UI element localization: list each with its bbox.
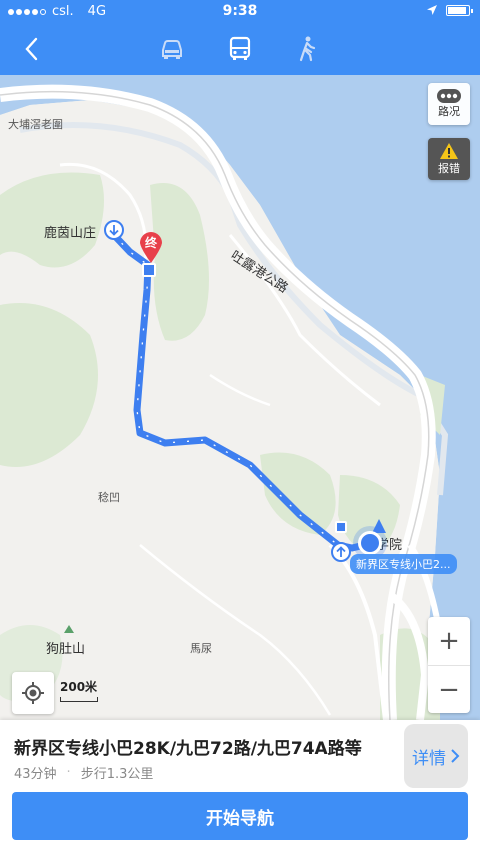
warning-icon <box>440 143 458 159</box>
crosshair-icon <box>22 682 44 704</box>
bus-stop-icon <box>142 263 156 277</box>
status-bar: csl. 4G 9:38 <box>0 0 480 24</box>
zoom-control: + − <box>428 617 470 713</box>
mountain-icon <box>64 625 74 633</box>
map-label-dog-belly: 狗肚山 <box>46 642 86 657</box>
route-walk-distance: 步行1.3公里 <box>80 767 154 782</box>
map-label-ma-liu: 馬尿 <box>190 642 212 655</box>
traffic-label: 路况 <box>438 105 460 118</box>
top-bar: csl. 4G 9:38 <box>0 0 480 75</box>
current-location-dot <box>358 531 382 555</box>
bus-icon <box>229 36 251 60</box>
map-label-tai-po: 大埔滘老圍 <box>8 118 63 131</box>
battery-icon <box>446 4 473 16</box>
bus-stop-icon <box>335 521 347 533</box>
map-label-wan-au: 稔凹 <box>98 491 120 504</box>
report-error-button[interactable]: 报错 <box>428 138 470 180</box>
route-meta: 43分钟 · 步行1.3公里 <box>14 763 153 782</box>
zoom-out-button[interactable]: − <box>428 665 470 713</box>
walk-icon <box>299 36 316 62</box>
route-title[interactable]: 新界区专线小巴28K/九巴72路/九巴74A路等 <box>14 734 362 759</box>
back-button[interactable] <box>18 34 48 64</box>
map-label-luk-yeung: 鹿茵山庄 <box>44 226 97 241</box>
scale-bar <box>60 697 98 702</box>
route-summary-panel: 新界区专线小巴28K/九巴72路/九巴74A路等 43分钟 · 步行1.3公里 … <box>0 720 480 854</box>
destination-pin-label: 终 <box>144 236 157 250</box>
traffic-icon <box>437 89 461 103</box>
chevron-left-icon <box>25 37 38 61</box>
details-button[interactable]: 详情 <box>404 724 468 788</box>
car-mode-button[interactable] <box>157 34 187 64</box>
location-arrow-icon <box>427 5 437 15</box>
walk-mode-button[interactable] <box>292 34 322 64</box>
traffic-button[interactable]: 路况 <box>428 83 470 125</box>
meta-separator: · <box>66 765 71 780</box>
details-label: 详情 <box>412 748 446 769</box>
route-duration: 43分钟 <box>14 767 57 782</box>
locate-me-button[interactable] <box>12 672 54 714</box>
zoom-in-button[interactable]: + <box>428 617 470 665</box>
bus-mode-button[interactable] <box>225 34 255 64</box>
car-icon <box>162 40 182 59</box>
walk-start-marker[interactable] <box>104 220 124 240</box>
clock: 9:38 <box>222 3 258 19</box>
route-start-marker[interactable] <box>331 542 351 562</box>
route-line-label[interactable]: 新界区专线小巴2... <box>350 554 457 574</box>
scale-label: 200米 <box>60 680 98 694</box>
report-label: 报错 <box>438 162 460 175</box>
map-view[interactable]: 大埔滘老圍 鹿茵山庄 吐露港公路 稔凹 狗肚山 馬尿 学院 终 新界区专线小巴2… <box>0 75 480 720</box>
map-scale: 200米 <box>60 678 98 702</box>
start-navigation-button[interactable]: 开始导航 <box>12 792 468 840</box>
chevron-right-icon <box>451 749 460 763</box>
arrow-up-icon <box>336 546 346 557</box>
start-navigation-label: 开始导航 <box>206 808 274 829</box>
arrow-down-icon <box>109 225 119 236</box>
transport-nav <box>0 24 480 75</box>
